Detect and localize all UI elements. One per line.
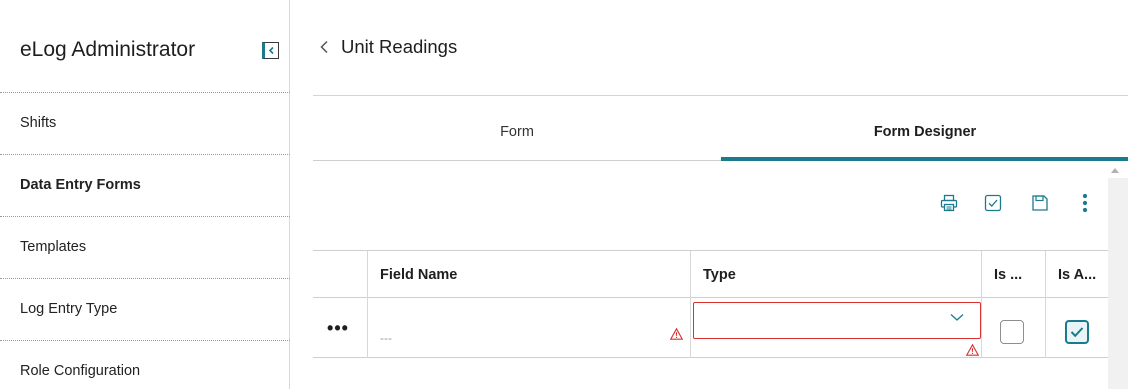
sidebar-header: eLog Administrator [0, 0, 290, 92]
grid-header-row: Field Name Type Is ... Is A... [313, 250, 1108, 299]
table-row: ••• --- [313, 298, 1108, 358]
is-2-cell [1045, 298, 1108, 358]
print-icon[interactable] [937, 188, 961, 218]
field-name-cell[interactable]: --- [367, 298, 690, 358]
row-actions-menu[interactable]: ••• [323, 319, 353, 337]
column-header-field-name[interactable]: Field Name [367, 251, 690, 299]
field-name-placeholder: --- [380, 331, 392, 345]
sidebar-item-label: Role Configuration [20, 362, 141, 379]
sidebar-item-label: Data Entry Forms [20, 176, 141, 193]
column-header-type[interactable]: Type [690, 251, 981, 299]
sidebar: eLog Administrator Shifts Data Entry For… [0, 0, 290, 389]
tab-bar: Form Form Designer [313, 113, 1128, 161]
column-header-row-menu [313, 251, 367, 299]
sidebar-item-label: Shifts [20, 114, 57, 131]
active-tab-indicator [721, 157, 1128, 161]
sidebar-item-log-entry-type[interactable]: Log Entry Type [0, 278, 290, 338]
sidebar-item-label: Log Entry Type [20, 300, 118, 317]
tab-label: Form Designer [873, 124, 977, 140]
tab-form[interactable]: Form [313, 113, 721, 161]
warning-icon [966, 344, 979, 356]
validate-icon[interactable] [981, 188, 1005, 218]
collapse-sidebar-icon[interactable] [262, 42, 279, 59]
header-divider [313, 95, 1128, 96]
vertical-scrollbar[interactable] [1108, 178, 1128, 389]
scroll-up-arrow-icon[interactable] [1111, 168, 1119, 173]
warning-icon [670, 328, 683, 340]
is-1-cell [981, 298, 1045, 358]
page-header: Unit Readings [317, 35, 457, 59]
column-header-is-2[interactable]: Is A... [1045, 251, 1108, 299]
main-panel: Unit Readings Form Form Designer Field N… [291, 0, 1128, 389]
column-header-is-1[interactable]: Is ... [981, 251, 1045, 299]
checkmark-icon [1070, 327, 1084, 338]
is-1-checkbox[interactable] [1000, 320, 1024, 344]
tab-form-designer[interactable]: Form Designer [721, 113, 1128, 161]
chevron-down-icon [950, 314, 964, 321]
sidebar-item-data-entry-forms[interactable]: Data Entry Forms [0, 154, 290, 214]
save-icon[interactable] [1028, 188, 1052, 218]
chevron-left-icon[interactable] [317, 39, 333, 55]
type-dropdown[interactable] [693, 302, 981, 339]
sidebar-item-templates[interactable]: Templates [0, 216, 290, 276]
sidebar-item-label: Templates [20, 238, 87, 255]
type-cell [690, 298, 981, 358]
sidebar-item-shifts[interactable]: Shifts [0, 92, 290, 152]
tab-label: Form [500, 124, 534, 140]
sidebar-item-role-configuration[interactable]: Role Configuration [0, 340, 290, 389]
page-title: Unit Readings [341, 36, 458, 57]
sidebar-title: eLog Administrator [20, 38, 196, 61]
more-vertical-icon[interactable] [1073, 188, 1097, 218]
is-2-checkbox[interactable] [1065, 320, 1089, 344]
row-menu-cell: ••• [313, 298, 367, 358]
